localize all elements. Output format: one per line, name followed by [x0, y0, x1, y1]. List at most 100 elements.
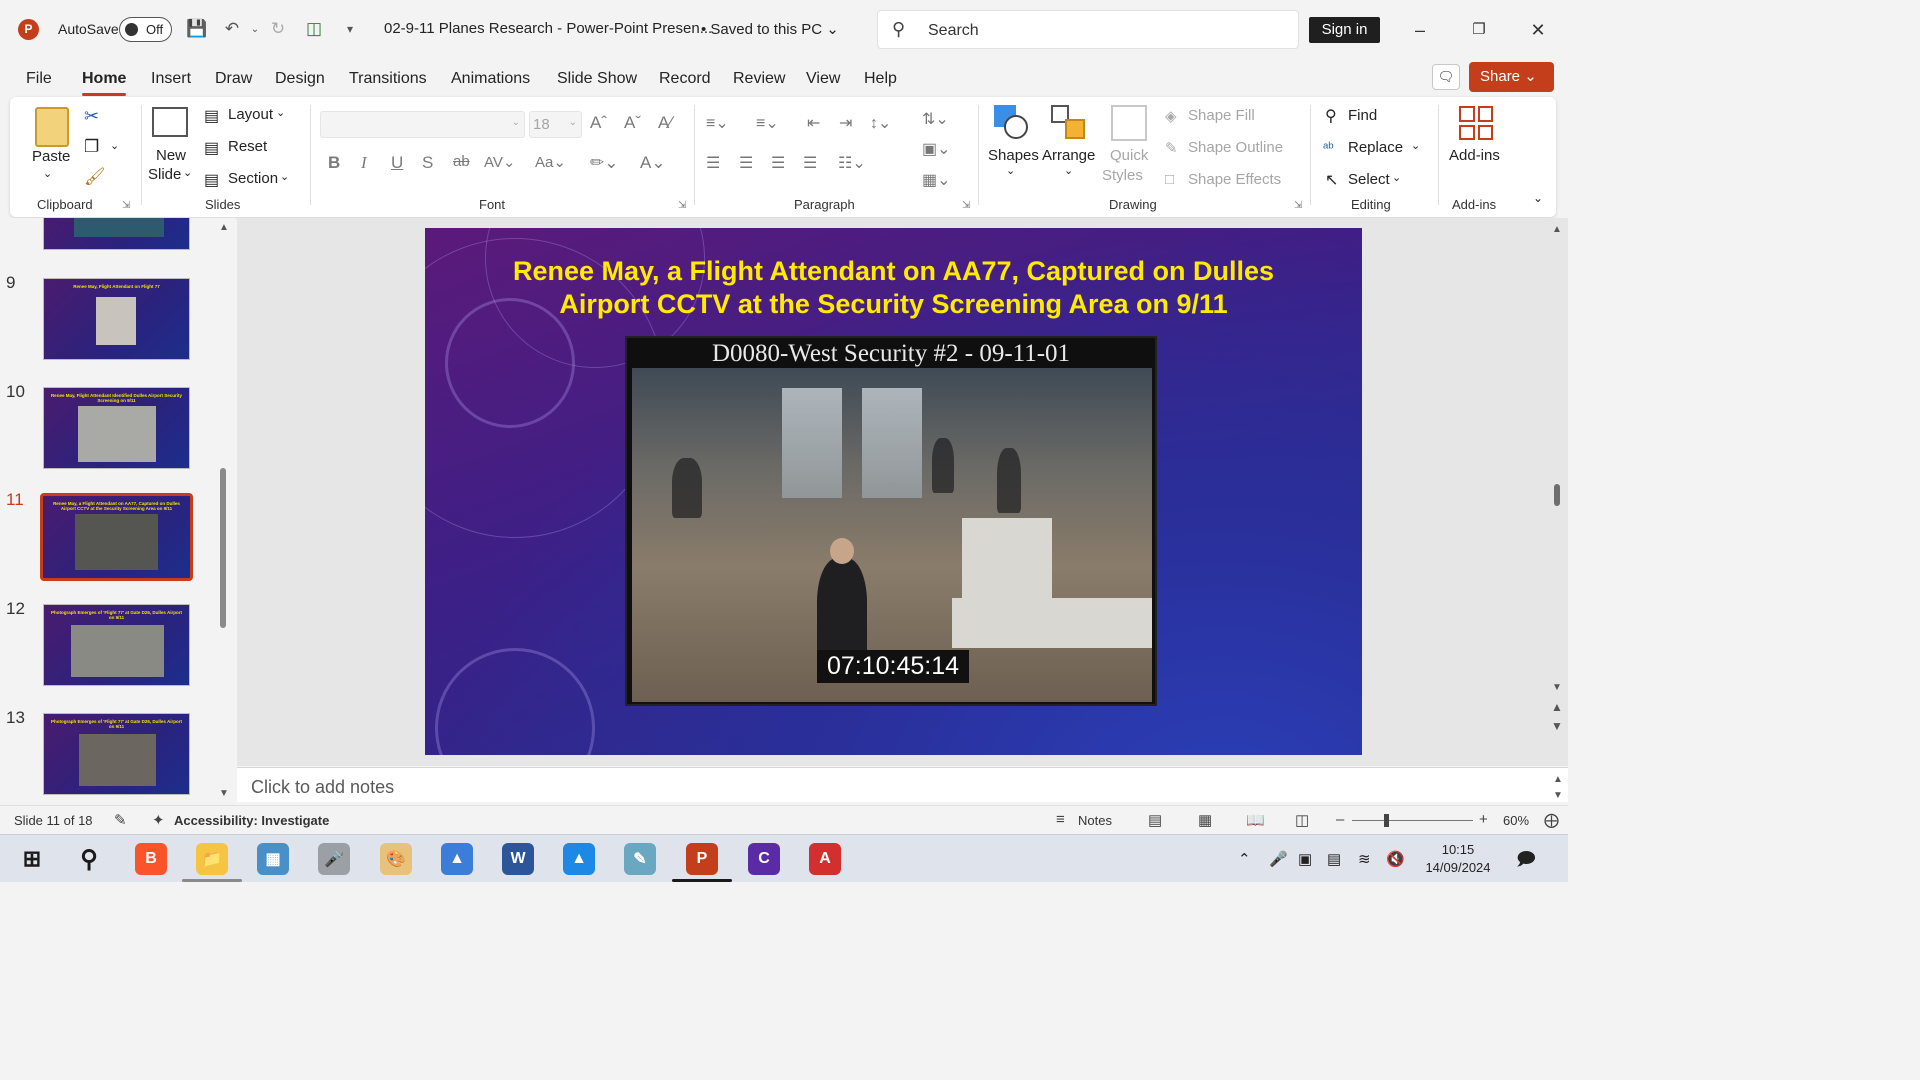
- scroll-down-icon[interactable]: ▼: [219, 788, 229, 799]
- system-clock[interactable]: 10:15 14/09/2024: [1418, 841, 1498, 877]
- word-icon[interactable]: W: [502, 843, 534, 875]
- tab-insert[interactable]: Insert: [151, 70, 191, 88]
- thumbnail-slide-8[interactable]: [43, 218, 190, 250]
- saved-status[interactable]: • Saved to this PC ⌄: [701, 20, 839, 38]
- acrobat-icon[interactable]: A: [809, 843, 841, 875]
- increase-font-icon[interactable]: Aˆ: [590, 113, 607, 133]
- save-icon[interactable]: 💾: [185, 17, 209, 41]
- shapes-button[interactable]: Shapes: [988, 147, 1039, 164]
- notepad-icon[interactable]: ✎: [624, 843, 656, 875]
- shape-effects-icon[interactable]: □: [1165, 171, 1174, 188]
- sign-in-button[interactable]: Sign in: [1309, 17, 1380, 43]
- layout-button[interactable]: Layout: [228, 106, 273, 123]
- shape-fill-button[interactable]: Shape Fill: [1188, 107, 1255, 124]
- drawing-launcher-icon[interactable]: ⇲: [1294, 200, 1302, 211]
- replace-icon[interactable]: ᵃᵇ: [1323, 139, 1334, 155]
- zoom-slider-handle[interactable]: [1384, 814, 1389, 827]
- add-ins-icon[interactable]: [1459, 106, 1493, 140]
- smartart-icon[interactable]: ▦⌄: [922, 170, 951, 190]
- slide-scrollbar[interactable]: ▲ ▼ ▲ ▼: [1548, 222, 1566, 752]
- cctv-image[interactable]: D0080-West Security #2 - 09-11-01 07:10:…: [625, 336, 1157, 706]
- section-button[interactable]: Section: [228, 170, 278, 187]
- text-direction-icon[interactable]: ⇅⌄: [922, 109, 949, 129]
- replace-dropdown-icon[interactable]: ⌄: [1411, 139, 1420, 152]
- brave-browser-icon[interactable]: B: [135, 843, 167, 875]
- arrange-icon[interactable]: [1051, 105, 1087, 141]
- replace-button[interactable]: Replace: [1348, 139, 1403, 156]
- screen-capture-icon[interactable]: ▣: [1298, 850, 1312, 868]
- slide-sorter-icon[interactable]: ▦: [1198, 811, 1212, 829]
- scroll-up-icon[interactable]: ▲: [1552, 224, 1562, 235]
- numbering-icon[interactable]: ≡⌄: [756, 113, 779, 133]
- search-input[interactable]: ⚲ Search: [877, 10, 1299, 49]
- arrange-button[interactable]: Arrange: [1042, 147, 1095, 164]
- tab-file[interactable]: File: [26, 70, 52, 88]
- font-size-select[interactable]: 18 ⌄: [529, 111, 582, 138]
- show-hidden-icons-icon[interactable]: ⌃: [1238, 850, 1251, 868]
- find-button[interactable]: Find: [1348, 107, 1377, 124]
- share-button[interactable]: Share ⌄: [1469, 62, 1554, 92]
- new-slide-dropdown-icon[interactable]: ⌄: [183, 166, 192, 179]
- bold-icon[interactable]: B: [328, 153, 340, 173]
- voice-recorder-icon[interactable]: 🎤: [318, 843, 350, 875]
- reading-view-icon[interactable]: 📖: [1246, 811, 1265, 829]
- copy-icon[interactable]: ❐: [84, 137, 99, 157]
- layout-dropdown-icon[interactable]: ⌄: [276, 106, 285, 119]
- tab-slide-show[interactable]: Slide Show: [557, 70, 637, 88]
- align-left-icon[interactable]: ☰: [706, 153, 720, 173]
- scrollbar-thumb[interactable]: [1554, 484, 1560, 506]
- shapes-icon[interactable]: [994, 105, 1028, 141]
- scrollbar-thumb[interactable]: [220, 468, 226, 628]
- italic-icon[interactable]: I: [361, 153, 367, 173]
- paint-icon[interactable]: 🎨: [380, 843, 412, 875]
- zoom-slider-track[interactable]: [1352, 820, 1473, 821]
- thumbnail-slide-11[interactable]: Renee May, a Flight Attendant on AA77, C…: [40, 493, 193, 581]
- copy-dropdown-icon[interactable]: ⌄: [110, 139, 119, 152]
- thumbnail-slide-10[interactable]: Renee May, Flight Attendant Identified D…: [43, 387, 190, 469]
- tab-design[interactable]: Design: [275, 70, 325, 88]
- zoom-in-icon[interactable]: +: [1479, 811, 1488, 828]
- thumbnail-slide-12[interactable]: Photograph Emerges of 'Flight 77' at Gat…: [43, 604, 190, 686]
- quick-styles-icon[interactable]: [1111, 105, 1147, 141]
- arrange-dropdown-icon[interactable]: ⌄: [1064, 164, 1073, 177]
- notifications-icon[interactable]: 🗩: [1516, 847, 1536, 877]
- fit-to-window-icon[interactable]: ⨁: [1544, 811, 1559, 829]
- comments-icon[interactable]: 🗨: [1432, 64, 1460, 90]
- file-explorer-icon[interactable]: 📁: [196, 843, 228, 875]
- line-spacing-icon[interactable]: ↕⌄: [870, 113, 891, 133]
- layout-icon[interactable]: ▤: [204, 106, 219, 126]
- decrease-font-icon[interactable]: Aˇ: [624, 113, 641, 133]
- collapse-ribbon-icon[interactable]: ⌄: [1533, 191, 1543, 205]
- undo-dropdown-icon[interactable]: ⌄: [243, 17, 267, 41]
- thumbnail-slide-9[interactable]: Renee May, Flight Attendant on Flight 77: [43, 278, 190, 360]
- slideshow-view-icon[interactable]: ◫: [1295, 811, 1309, 829]
- tab-view[interactable]: View: [806, 70, 840, 88]
- scroll-up-icon[interactable]: ▲: [219, 222, 229, 233]
- thumbnail-slide-13[interactable]: Photograph Emerges of 'Flight 77' at Gat…: [43, 713, 190, 795]
- clipchamp-icon[interactable]: C: [748, 843, 780, 875]
- select-icon[interactable]: ↖: [1325, 170, 1338, 190]
- battery-icon[interactable]: ▤: [1327, 850, 1341, 868]
- undo-icon[interactable]: ↶: [220, 17, 244, 41]
- current-slide[interactable]: Renee May, a Flight Attendant on AA77, C…: [425, 228, 1362, 755]
- normal-view-icon[interactable]: ▤: [1148, 811, 1162, 829]
- quick-styles-label-2[interactable]: Styles: [1102, 167, 1143, 184]
- decrease-indent-icon[interactable]: ⇤: [807, 113, 820, 133]
- restore-icon[interactable]: ❐: [1464, 16, 1494, 44]
- change-case-icon[interactable]: Aa⌄: [535, 153, 566, 171]
- new-slide-label-2[interactable]: Slide: [148, 166, 181, 183]
- shape-outline-button[interactable]: Shape Outline: [1188, 139, 1283, 156]
- previous-slide-icon[interactable]: ▲: [1551, 700, 1563, 714]
- quick-styles-label-1[interactable]: Quick: [1110, 147, 1148, 164]
- font-name-select[interactable]: ⌄: [320, 111, 525, 138]
- notes-scroll-down-icon[interactable]: ▼: [1553, 790, 1563, 801]
- notes-button[interactable]: Notes: [1078, 813, 1112, 828]
- windows-start-icon[interactable]: ⊞: [16, 843, 48, 875]
- autosave-toggle[interactable]: Off: [119, 17, 172, 42]
- tab-draw[interactable]: Draw: [215, 70, 252, 88]
- accessibility-status[interactable]: Accessibility: Investigate: [174, 813, 329, 828]
- close-icon[interactable]: ✕: [1523, 16, 1553, 44]
- section-icon[interactable]: ▤: [204, 170, 219, 190]
- shapes-dropdown-icon[interactable]: ⌄: [1006, 164, 1015, 177]
- paste-button[interactable]: Paste: [32, 148, 70, 165]
